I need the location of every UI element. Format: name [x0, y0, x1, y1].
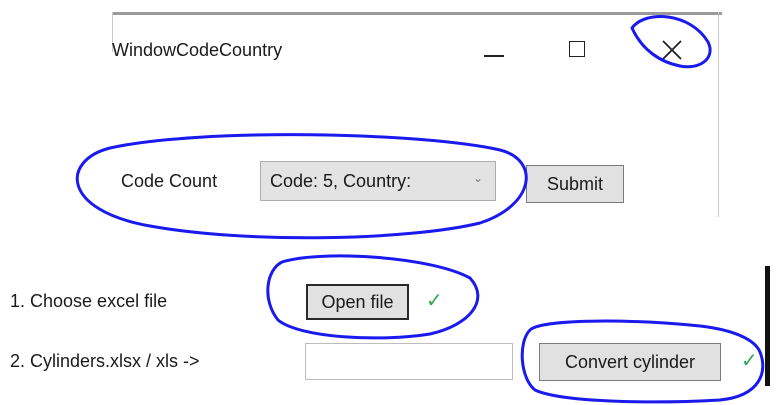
annotation-layer	[75, 15, 765, 404]
annotation-circle-close	[630, 15, 712, 69]
annotation-circle-convert	[520, 319, 765, 404]
annotation-circle-open-file	[266, 254, 480, 340]
annotation-circle-code-count	[75, 133, 528, 240]
